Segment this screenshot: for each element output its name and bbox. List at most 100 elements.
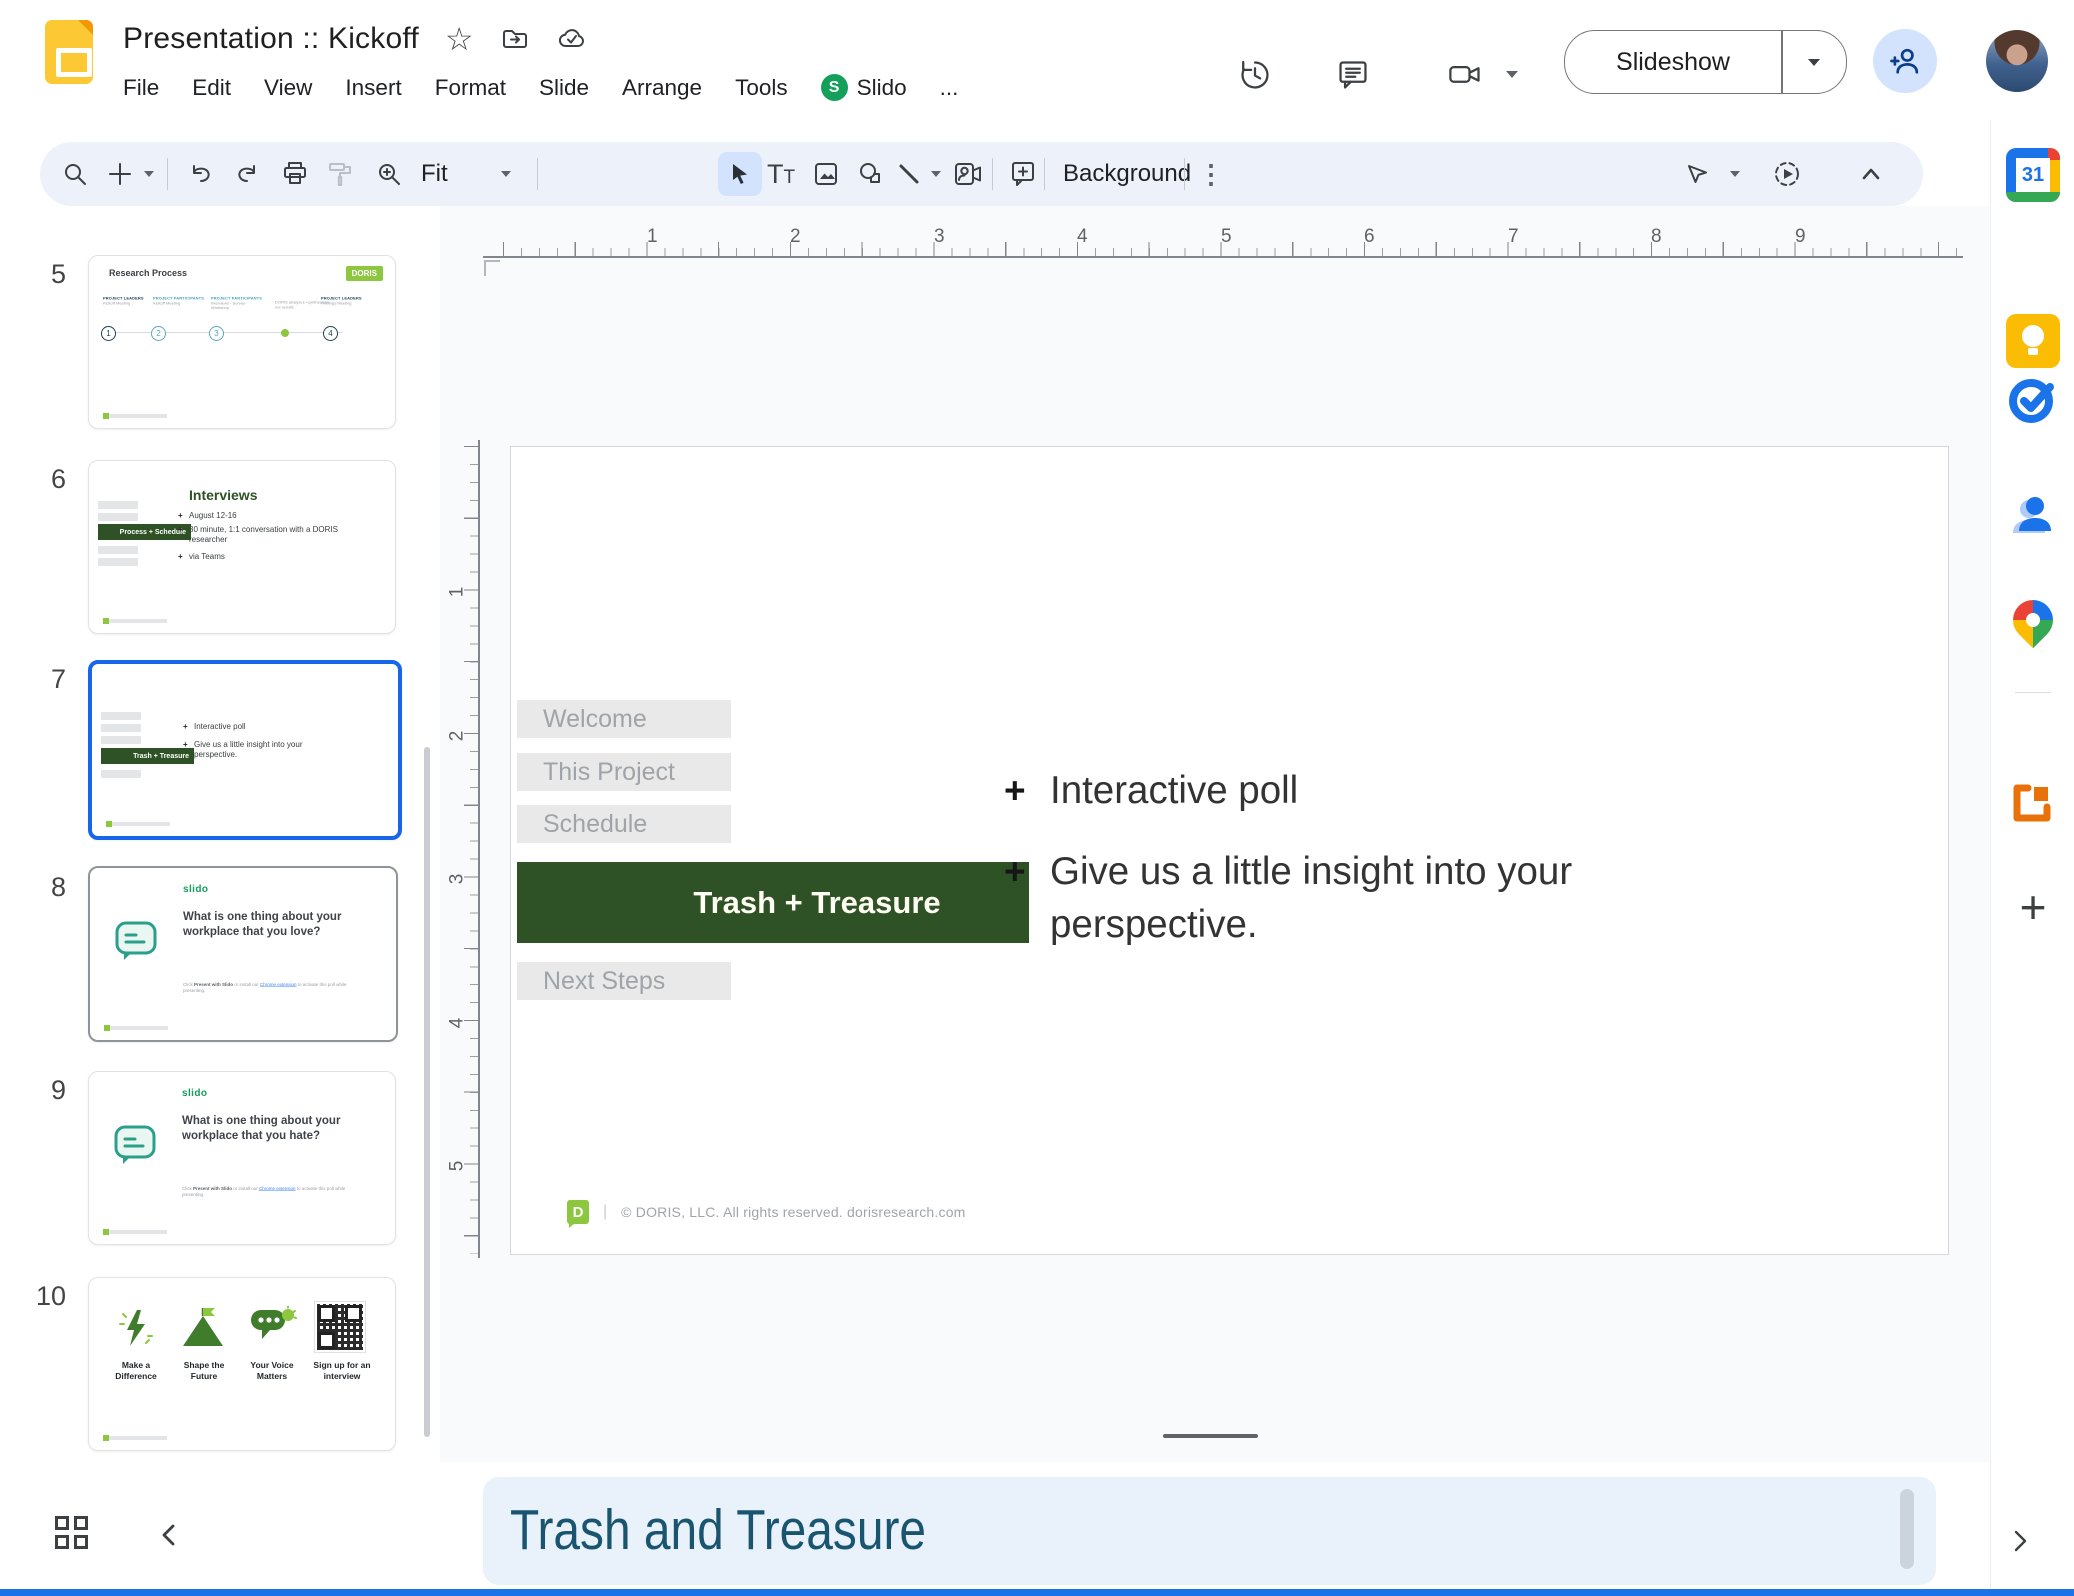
menu-slide[interactable]: Slide	[539, 75, 589, 101]
menu-arrange[interactable]: Arrange	[622, 75, 702, 101]
filmstrip-scrollbar[interactable]	[424, 747, 430, 1437]
version-history-icon[interactable]	[1225, 45, 1285, 105]
speaker-notes-text[interactable]: Trash and Treasure	[510, 1497, 926, 1563]
collapse-menus-icon[interactable]	[1849, 142, 1893, 206]
slide-number-8: 8	[50, 872, 66, 902]
tasks-icon[interactable]	[2006, 373, 2060, 427]
paint-format-icon[interactable]	[318, 142, 362, 206]
menu-slido[interactable]: S Slido	[820, 74, 907, 101]
thumb-footer	[103, 1435, 167, 1441]
menu-format[interactable]: Format	[435, 75, 506, 101]
menu-overflow[interactable]: ...	[940, 75, 959, 101]
undo-icon[interactable]	[179, 142, 223, 206]
slide-section-banner[interactable]: Trash + Treasure	[517, 862, 1029, 943]
insert-shape-icon[interactable]	[848, 142, 892, 206]
grid-view-icon[interactable]	[55, 1516, 88, 1549]
chevron-left-icon[interactable]	[152, 1518, 186, 1552]
select-tool-active[interactable]	[718, 152, 762, 196]
chevron-right-icon[interactable]	[2003, 1524, 2037, 1558]
get-addons-icon[interactable]: +	[2006, 880, 2060, 934]
slide-nav-welcome[interactable]: Welcome	[517, 700, 731, 738]
star-icon[interactable]: ☆	[445, 23, 474, 55]
new-slide-icon[interactable]	[98, 142, 142, 206]
bullet-marker: +	[1004, 851, 1026, 892]
slide-thumbnail-5[interactable]: Research Process DORIS PROJECT LEADERS Ki…	[88, 255, 396, 429]
calendar-icon[interactable]: 31	[2006, 148, 2060, 202]
insert-image-icon[interactable]	[804, 142, 848, 206]
document-title[interactable]: Presentation :: Kickoff	[123, 22, 419, 56]
zoom-level[interactable]: Fit	[421, 142, 448, 206]
qr-code	[314, 1301, 366, 1353]
contacts-icon[interactable]	[2006, 489, 2060, 543]
slide-canvas[interactable]: Welcome This Project Schedule Trash + Tr…	[510, 446, 1949, 1255]
add-comment-icon[interactable]	[1001, 142, 1045, 206]
search-tools-icon[interactable]	[53, 142, 97, 206]
addon-icon[interactable]	[2006, 775, 2060, 829]
timeline-step-1: 1	[101, 326, 116, 341]
side-panel-divider	[2015, 692, 2051, 693]
slideshow-button[interactable]: Slideshow	[1564, 30, 1847, 94]
thumb5-title: Research Process	[109, 268, 188, 278]
speaker-notes-bar[interactable]: Trash and Treasure	[483, 1477, 1936, 1585]
keep-icon[interactable]	[2006, 314, 2060, 368]
new-slide-caret-icon[interactable]	[143, 170, 155, 178]
ruler-corner	[484, 260, 500, 276]
slideshow-label: Slideshow	[1616, 47, 1730, 76]
insert-camera-icon[interactable]	[946, 142, 990, 206]
insert-line-icon[interactable]	[887, 142, 931, 206]
menu-insert[interactable]: Insert	[345, 75, 401, 101]
google-slides-logo[interactable]	[45, 20, 93, 84]
slide-bullet-2[interactable]: + Give us a little insight into your per…	[1004, 845, 1610, 951]
pill-label: Schedule	[543, 809, 648, 838]
notes-scrollbar[interactable]	[1900, 1489, 1914, 1569]
line-caret-icon[interactable]	[930, 170, 942, 178]
background-button[interactable]: Background	[1063, 142, 1191, 206]
mountain-icon	[183, 1308, 223, 1346]
pill-label: Welcome	[543, 704, 647, 733]
menu-edit[interactable]: Edit	[192, 75, 231, 101]
slide-thumbnail-10[interactable]: Make a Difference Shape the Future Your …	[88, 1277, 396, 1451]
slide-thumbnail-9[interactable]: slido What is one thing about your workp…	[88, 1071, 396, 1245]
zoom-caret-icon[interactable]	[500, 170, 512, 178]
slide-nav-schedule[interactable]: Schedule	[517, 805, 731, 843]
slide-thumbnail-7-selected[interactable]: Trash + Treasure + Interactive poll + Give…	[88, 660, 402, 840]
account-avatar[interactable]	[1986, 30, 2048, 92]
bullet-text: Give us a little insight into your persp…	[1050, 850, 1573, 946]
print-icon[interactable]	[273, 142, 317, 206]
slide-thumbnail-6[interactable]: Process + Schedule Interviews + August 12…	[88, 460, 396, 634]
canvas-horizontal-scrollbar[interactable]	[1163, 1434, 1258, 1438]
menu-file[interactable]: File	[123, 75, 159, 101]
text-box-icon[interactable]: TT	[759, 142, 803, 206]
redo-icon[interactable]	[225, 142, 269, 206]
thumb6-title: Interviews	[189, 487, 258, 503]
slideshow-caret-icon[interactable]	[1783, 58, 1847, 67]
cloud-saved-icon[interactable]	[556, 23, 588, 55]
mini-pill	[98, 558, 138, 566]
thumb-footer	[103, 1229, 167, 1235]
meet-caret-icon[interactable]	[1505, 70, 1519, 79]
vertical-ruler: 1 2 3 4 5	[446, 440, 480, 1258]
bullet-marker: +	[1004, 770, 1026, 811]
meet-camera-icon[interactable]	[1435, 45, 1495, 105]
slido-question: What is one thing about your workplace t…	[182, 1115, 341, 1142]
motion-icon[interactable]	[1765, 142, 1809, 206]
mini-pill	[101, 736, 141, 744]
comments-icon[interactable]	[1323, 45, 1383, 105]
slide-bullet-1[interactable]: + Interactive poll	[1004, 764, 1298, 817]
menu-tools[interactable]: Tools	[735, 75, 788, 101]
laser-caret-icon[interactable]	[1729, 170, 1741, 178]
slide-thumbnail-8[interactable]: slido What is one thing about your workp…	[88, 866, 398, 1042]
logo-fold	[78, 20, 93, 35]
share-button[interactable]	[1873, 29, 1937, 93]
menu-view[interactable]: View	[264, 75, 312, 101]
move-folder-icon[interactable]	[500, 24, 530, 54]
laser-pointer-icon[interactable]	[1676, 142, 1720, 206]
zoom-icon[interactable]	[367, 142, 411, 206]
slido-footnote: Click Present with Slido or install our …	[182, 1186, 346, 1197]
slide-number-5: 5	[50, 259, 66, 289]
more-options-icon[interactable]: ⋮	[1198, 142, 1224, 206]
slide-nav-this-project[interactable]: This Project	[517, 753, 731, 791]
slide-nav-next-steps[interactable]: Next Steps	[517, 962, 731, 1000]
maps-icon[interactable]	[2004, 591, 2062, 650]
toolbar-divider	[167, 158, 168, 190]
